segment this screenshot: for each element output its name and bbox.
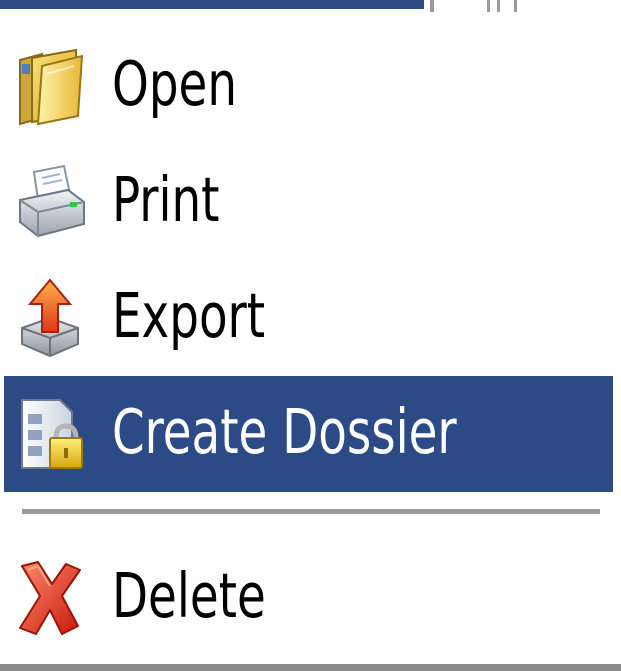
menu-item-label: Delete — [112, 561, 266, 633]
menu-item-label: Create Dossier — [112, 397, 457, 469]
export-icon — [12, 276, 88, 360]
menu-item-export[interactable]: Export — [4, 260, 613, 376]
menu-item-delete[interactable]: Delete — [4, 540, 613, 656]
toolbar-divider — [514, 0, 517, 12]
menu-bottom-border — [0, 664, 621, 671]
menu-item-label: Open — [112, 49, 237, 121]
toolbar-divider — [430, 0, 434, 12]
menu-item-print[interactable]: Print — [4, 144, 613, 260]
menu-top-edge — [0, 0, 621, 12]
menu-item-create-dossier[interactable]: Create Dossier — [4, 376, 613, 492]
toolbar-divider — [487, 0, 490, 12]
delete-x-icon — [12, 556, 88, 640]
dossier-lock-icon — [12, 392, 88, 476]
menu-item-label: Export — [112, 281, 266, 353]
menu-item-open[interactable]: Open — [4, 28, 613, 144]
menu-item-label: Print — [112, 165, 220, 237]
printer-icon — [12, 160, 88, 244]
parent-highlight-strip — [0, 0, 424, 9]
menu-separator — [22, 509, 600, 516]
context-menu: Open Print Export Create Dossier Delete — [0, 0, 621, 671]
toolbar-divider — [497, 0, 500, 12]
folder-open-icon — [12, 44, 88, 128]
